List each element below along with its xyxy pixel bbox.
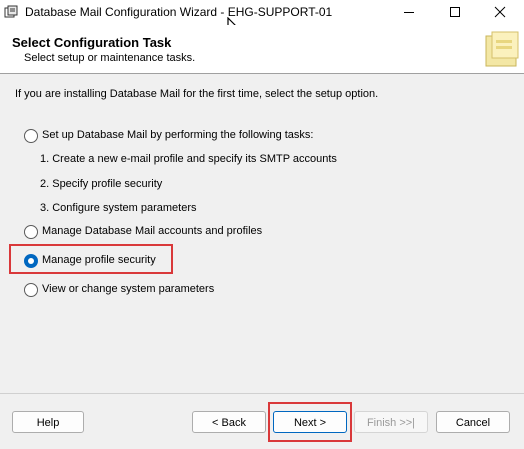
maximize-icon bbox=[450, 7, 460, 17]
radio-button[interactable] bbox=[24, 283, 38, 297]
highlight-box-next bbox=[268, 402, 352, 442]
radio-label: Manage Database Mail accounts and profil… bbox=[42, 225, 263, 237]
page-title: Select Configuration Task bbox=[12, 35, 172, 50]
setup-step-3: 3. Configure system parameters bbox=[40, 202, 197, 214]
radio-button[interactable] bbox=[24, 129, 38, 143]
footer-divider bbox=[0, 393, 524, 394]
page-subtitle: Select setup or maintenance tasks. bbox=[24, 52, 196, 64]
mail-wizard-icon bbox=[485, 31, 519, 67]
help-button[interactable]: Help bbox=[12, 411, 84, 433]
finish-button[interactable]: Finish >>| bbox=[354, 411, 428, 433]
intro-text: If you are installing Database Mail for … bbox=[15, 88, 379, 100]
radio-button-selected[interactable] bbox=[24, 254, 38, 268]
setup-step-2: 2. Specify profile security bbox=[40, 178, 163, 190]
close-icon bbox=[494, 6, 506, 18]
radio-label: Set up Database Mail by performing the f… bbox=[42, 129, 314, 141]
maximize-button[interactable] bbox=[433, 0, 479, 25]
radio-button[interactable] bbox=[24, 225, 38, 239]
radio-label: View or change system parameters bbox=[42, 283, 215, 295]
close-button[interactable] bbox=[478, 0, 524, 25]
back-button[interactable]: < Back bbox=[192, 411, 266, 433]
app-icon bbox=[4, 5, 18, 18]
radio-label: Manage profile security bbox=[42, 254, 156, 266]
window-title: Database Mail Configuration Wizard - EHG… bbox=[25, 5, 333, 19]
minimize-icon bbox=[404, 12, 414, 13]
minimize-button[interactable] bbox=[387, 0, 433, 25]
wizard-header: Select Configuration Task Select setup o… bbox=[0, 25, 524, 74]
title-bar: Database Mail Configuration Wizard - EHG… bbox=[0, 0, 524, 25]
setup-step-1: 1. Create a new e-mail profile and speci… bbox=[40, 153, 337, 165]
cancel-button[interactable]: Cancel bbox=[436, 411, 510, 433]
